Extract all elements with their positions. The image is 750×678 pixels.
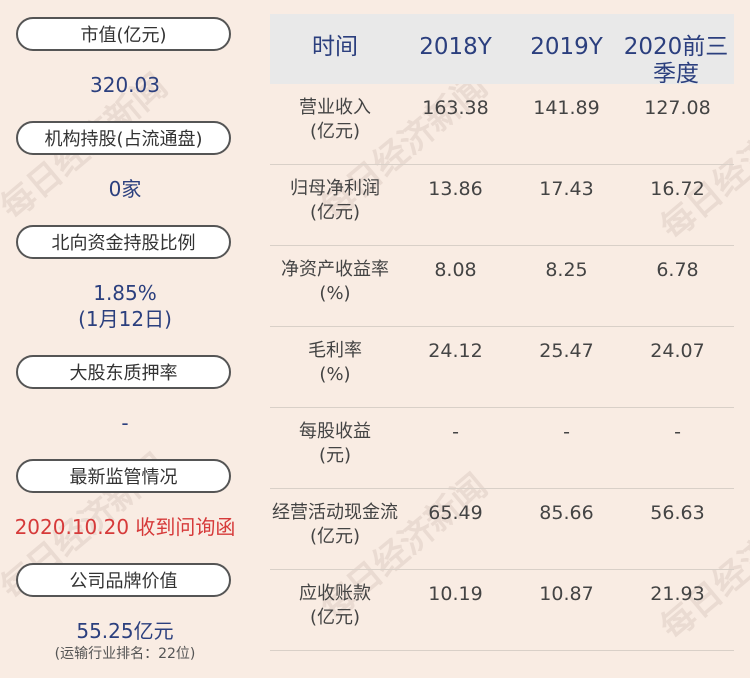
table-row: 每股收益 (元) - - - [270,408,734,489]
cell-value: 8.08 [434,259,477,281]
row-label: 毛利率 (%) [270,339,400,387]
row-label-name: 营业收入 [299,97,371,118]
table-header: 时间 2018Y 2019Y 2020前三季度 [270,14,734,87]
cell-value: 17.43 [539,178,594,200]
table-row: 净资产收益率 (%) 8.08 8.25 6.78 [270,246,734,327]
row-label-name: 每股收益 [299,421,371,442]
institution-holding-label: 机构持股(占流通盘) [16,121,231,155]
left-panel: 市值(亿元) 320.03 机构持股(占流通盘) 0家 北向资金持股比例 1.8… [0,0,250,678]
cell-value: 24.07 [650,340,705,362]
cell-value: 10.87 [539,583,594,605]
row-label-name: 毛利率 [308,340,362,361]
cell-value: 24.12 [428,340,483,362]
header-2018: 2018Y [419,34,492,60]
row-label: 经营活动现金流 (亿元) [270,501,400,549]
cell-value: 56.63 [650,502,705,524]
financial-table: 时间 2018Y 2019Y 2020前三季度 营业收入 (亿元) 163.38 … [270,14,734,651]
cell-value: 127.08 [644,97,711,119]
institution-holding-value: 0家 [108,177,142,201]
cell-value: 25.47 [539,340,594,362]
row-label-unit: (亿元) [309,607,361,628]
pledge-rate-value: - [121,411,129,435]
header-2020q3: 2020前三季度 [623,34,729,87]
market-cap-label: 市值(亿元) [16,17,231,51]
market-cap-value: 320.03 [90,73,160,97]
cell-value: 21.93 [650,583,705,605]
row-label-unit: (亿元) [309,526,361,547]
northbound-holding-label: 北向资金持股比例 [16,225,231,259]
brand-value-value: 55.25亿元 [76,619,174,643]
cell-value: 163.38 [422,97,489,119]
header-time: 时间 [312,34,358,60]
northbound-holding-value: 1.85% [93,281,157,305]
row-label: 每股收益 (元) [270,420,400,468]
row-label-name: 净资产收益率 [281,259,389,280]
brand-value-label: 公司品牌价值 [16,563,231,597]
cell-value: 10.19 [428,583,483,605]
regulatory-label: 最新监管情况 [16,459,231,493]
table-row: 经营活动现金流 (亿元) 65.49 85.66 56.63 [270,489,734,570]
table-row: 毛利率 (%) 24.12 25.47 24.07 [270,327,734,408]
header-2019: 2019Y [530,34,603,60]
cell-value: 8.25 [545,259,588,281]
cell-value: 16.72 [650,178,705,200]
row-label-unit: (元) [318,445,352,466]
row-label-name: 经营活动现金流 [272,502,398,523]
table-row: 应收账款 (亿元) 10.19 10.87 21.93 [270,570,734,651]
cell-value: - [452,421,459,443]
row-label: 归母净利润 (亿元) [270,177,400,225]
table-row: 归母净利润 (亿元) 13.86 17.43 16.72 [270,165,734,246]
regulatory-value: 2020.10.20 收到问询函 [14,515,236,539]
cell-value: 65.49 [428,502,483,524]
row-label-unit: (%) [319,364,351,385]
cell-value: - [674,421,681,443]
row-label: 净资产收益率 (%) [270,258,400,306]
row-label-unit: (%) [319,283,351,304]
cell-value: 13.86 [428,178,483,200]
row-label-unit: (亿元) [309,121,361,142]
cell-value: 85.66 [539,502,594,524]
cell-value: 6.78 [656,259,699,281]
row-label-unit: (亿元) [309,202,361,223]
table-row: 营业收入 (亿元) 163.38 141.89 127.08 [270,84,734,165]
brand-value-rank: (运输行业排名：22位) [54,646,196,662]
cell-value: - [563,421,570,443]
pledge-rate-label: 大股东质押率 [16,355,231,389]
row-label-name: 归母净利润 [290,178,380,199]
cell-value: 141.89 [533,97,600,119]
row-label: 营业收入 (亿元) [270,96,400,144]
row-label: 应收账款 (亿元) [270,582,400,630]
row-label-name: 应收账款 [299,583,371,604]
northbound-holding-date: (1月12日) [78,307,172,331]
